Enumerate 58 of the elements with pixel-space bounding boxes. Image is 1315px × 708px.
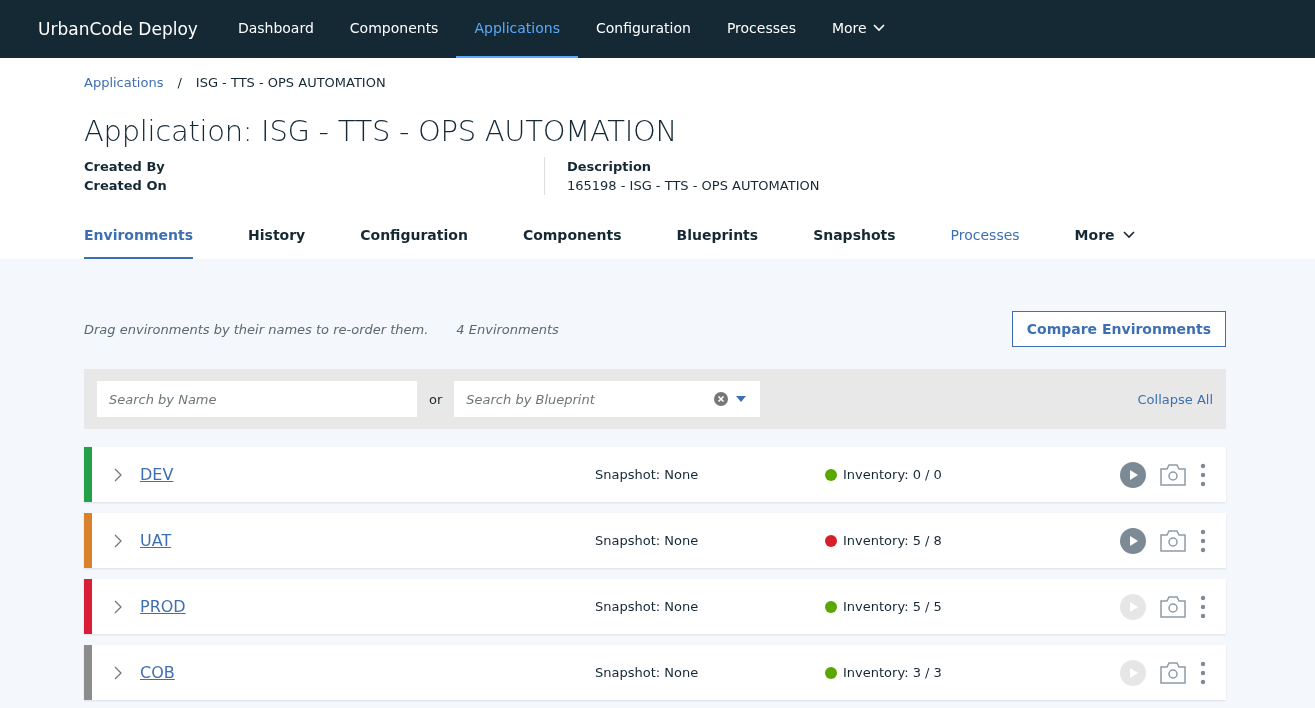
chevron-down-icon [872, 24, 885, 32]
tab[interactable]: Blueprints [676, 221, 759, 259]
snapshot-text: Snapshot: None [595, 599, 700, 614]
camera-icon[interactable] [1160, 595, 1186, 618]
camera-icon[interactable] [1160, 661, 1186, 684]
field-label: Created On [84, 177, 168, 195]
more-menu[interactable]: More [813, 0, 903, 58]
tab[interactable]: Snapshots [813, 221, 896, 259]
hint-text: Drag environments by their names to re-order them. [84, 321, 429, 337]
chevron-right-icon[interactable] [114, 467, 122, 482]
snapshot-text: Snapshot: None [595, 467, 700, 482]
compare-environments-button[interactable]: Compare Environments [1011, 311, 1226, 347]
chevron-right-icon[interactable] [114, 665, 122, 680]
snapshot-text: Snapshot: None [595, 533, 700, 548]
caret-icon[interactable] [732, 381, 761, 417]
environment-link[interactable]: PROD [140, 597, 186, 616]
breadcrumb-separator: / [177, 75, 182, 90]
snapshot-text: Snapshot: None [595, 665, 700, 680]
or-label: or [429, 391, 443, 407]
brand-name[interactable]: UrbanCode Deploy [0, 0, 220, 58]
inventory-text: Inventory: 5 / 5 [843, 599, 942, 614]
page-title: Application: ISG - TTS - OPS AUTOMATION [84, 114, 678, 148]
inventory-text: Inventory: 3 / 3 [843, 665, 942, 680]
field-label: Created By [84, 158, 166, 176]
overflow-menu-icon[interactable] [1200, 528, 1206, 553]
nav-link[interactable]: Components [331, 0, 457, 58]
description-text: 165198 - ISG - TTS - OPS AUTOMATION [567, 177, 820, 195]
play-icon[interactable] [1120, 527, 1146, 554]
nav-link[interactable]: Dashboard [219, 0, 332, 58]
nav-link[interactable]: Configuration [577, 0, 709, 58]
breadcrumb-current: ISG - TTS - OPS AUTOMATION [195, 75, 386, 90]
tab[interactable]: History [248, 221, 306, 259]
tab[interactable]: Environments [84, 221, 194, 259]
environment-link[interactable]: UAT [140, 531, 172, 550]
chevron-right-icon[interactable] [114, 533, 122, 548]
breadcrumb-link[interactable]: Applications [84, 75, 164, 90]
collapse-all-link[interactable]: Collapse All [1137, 391, 1213, 407]
nav-link[interactable]: Processes [708, 0, 814, 58]
search-field[interactable]: Search by Name [97, 381, 417, 417]
more-tab[interactable]: More [1074, 221, 1135, 259]
chevron-right-icon[interactable] [114, 599, 122, 614]
field-label: Description [567, 158, 653, 176]
environment-link[interactable]: COB [140, 663, 175, 682]
tab[interactable]: Configuration [360, 221, 468, 259]
overflow-menu-icon[interactable] [1200, 462, 1206, 487]
environment-link[interactable]: DEV [140, 465, 174, 484]
environment-count: 4 Environments [456, 321, 559, 337]
overflow-menu-icon[interactable] [1200, 594, 1206, 619]
overflow-menu-icon[interactable] [1200, 660, 1206, 685]
inventory-text: Inventory: 0 / 0 [843, 467, 942, 482]
blueprint-search-field[interactable]: Search by Blueprint [454, 381, 711, 417]
camera-icon[interactable] [1160, 463, 1186, 486]
chevron-down-icon [1122, 231, 1135, 239]
camera-icon[interactable] [1160, 529, 1186, 552]
play-icon[interactable] [1120, 461, 1146, 488]
tab[interactable]: Components [522, 221, 622, 259]
tab[interactable]: Processes [950, 221, 1020, 259]
inventory-text: Inventory: 5 / 8 [843, 533, 942, 548]
